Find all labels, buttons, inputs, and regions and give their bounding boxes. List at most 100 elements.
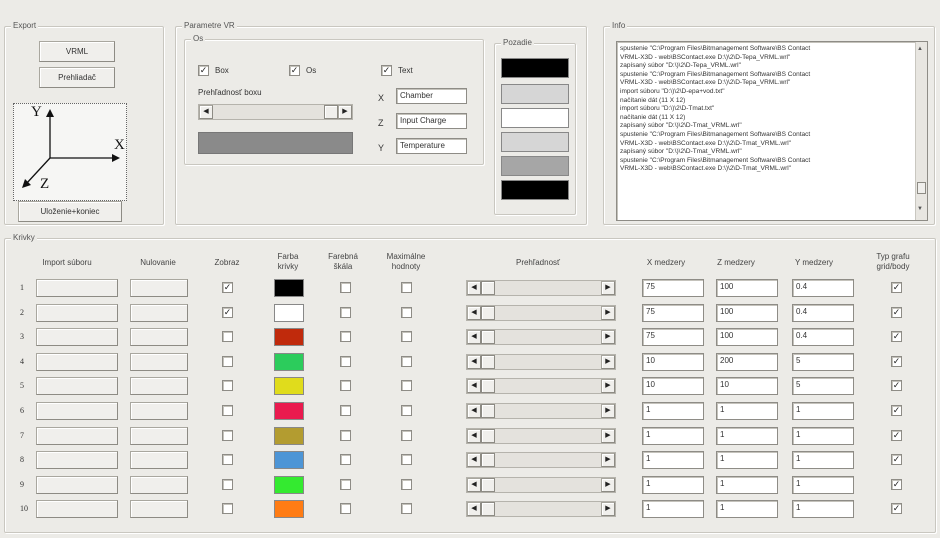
slider-thumb[interactable] [481,281,495,295]
max-values-checkbox[interactable] [401,307,412,318]
y-gap-input[interactable]: 1 [792,451,854,469]
colorscale-checkbox[interactable] [340,307,351,318]
reset-button[interactable] [130,402,188,420]
show-checkbox[interactable] [222,430,233,441]
max-values-checkbox[interactable] [401,503,412,514]
curve-color-swatch[interactable] [274,500,304,518]
slider-left-arrow-icon[interactable]: ◀ [467,478,481,492]
scroll-thumb[interactable] [917,182,926,194]
info-log[interactable]: spustenie "C:\Program Files\Bitmanagemen… [616,41,928,221]
graph-type-checkbox[interactable]: ✓ [891,331,902,342]
x-gap-input[interactable]: 1 [642,451,704,469]
slider-right-arrow-icon[interactable]: ▶ [601,429,615,443]
scroll-down-icon[interactable]: ▼ [917,206,923,212]
transparency-slider[interactable]: ◀ ▶ [466,428,616,444]
box-transparency-slider[interactable]: ◀ ▶ [198,104,353,120]
x-gap-input[interactable]: 1 [642,402,704,420]
colorscale-checkbox[interactable] [340,405,351,416]
show-checkbox[interactable] [222,331,233,342]
max-values-checkbox[interactable] [401,430,412,441]
colorscale-checkbox[interactable] [340,503,351,514]
slider-left-arrow-icon[interactable]: ◀ [467,281,481,295]
axes-preview[interactable]: Y X Z [13,103,127,201]
x-name-input[interactable]: Chamber [396,88,467,104]
reset-button[interactable] [130,451,188,469]
slider-left-arrow-icon[interactable]: ◀ [467,330,481,344]
z-gap-input[interactable]: 1 [716,476,778,494]
slider-right-arrow-icon[interactable]: ▶ [601,453,615,467]
z-gap-input[interactable]: 10 [716,377,778,395]
curve-color-swatch[interactable] [274,377,304,395]
y-gap-input[interactable]: 1 [792,427,854,445]
graph-type-checkbox[interactable]: ✓ [891,307,902,318]
slider-thumb[interactable] [481,404,495,418]
z-gap-input[interactable]: 1 [716,427,778,445]
curve-color-swatch[interactable] [274,328,304,346]
x-gap-input[interactable]: 1 [642,476,704,494]
max-values-checkbox[interactable] [401,479,412,490]
x-gap-input[interactable]: 75 [642,304,704,322]
scroll-up-icon[interactable]: ▲ [917,46,923,52]
reset-button[interactable] [130,476,188,494]
x-gap-input[interactable]: 75 [642,328,704,346]
max-values-checkbox[interactable] [401,380,412,391]
z-gap-input[interactable]: 1 [716,451,778,469]
y-gap-input[interactable]: 1 [792,402,854,420]
bg-color-swatch-3[interactable] [501,108,569,128]
show-checkbox[interactable] [222,405,233,416]
browser-button[interactable]: Prehliadač [39,67,115,88]
colorscale-checkbox[interactable] [340,356,351,367]
bg-color-swatch-4[interactable] [501,132,569,152]
z-gap-input[interactable]: 100 [716,304,778,322]
graph-type-checkbox[interactable]: ✓ [891,405,902,416]
slider-right-arrow-icon[interactable]: ▶ [338,105,352,119]
slider-right-arrow-icon[interactable]: ▶ [601,379,615,393]
vrml-button[interactable]: VRML [39,41,115,62]
transparency-slider[interactable]: ◀ ▶ [466,403,616,419]
colorscale-checkbox[interactable] [340,282,351,293]
y-gap-input[interactable]: 5 [792,353,854,371]
slider-thumb[interactable] [481,330,495,344]
axis-checkbox[interactable]: ✓ [289,65,300,76]
bg-color-swatch-2[interactable] [501,84,569,104]
slider-thumb[interactable] [481,306,495,320]
text-checkbox[interactable]: ✓ [381,65,392,76]
colorscale-checkbox[interactable] [340,430,351,441]
z-gap-input[interactable]: 100 [716,279,778,297]
slider-right-arrow-icon[interactable]: ▶ [601,478,615,492]
save-exit-button[interactable]: Uloženie+koniec [18,201,122,222]
import-file-button[interactable] [36,402,118,420]
y-gap-input[interactable]: 0.4 [792,279,854,297]
slider-right-arrow-icon[interactable]: ▶ [601,281,615,295]
slider-thumb[interactable] [481,502,495,516]
slider-right-arrow-icon[interactable]: ▶ [601,306,615,320]
z-gap-input[interactable]: 100 [716,328,778,346]
reset-button[interactable] [130,427,188,445]
bg-color-swatch-5[interactable] [501,156,569,176]
slider-thumb[interactable] [481,379,495,393]
bg-color-swatch-6[interactable] [501,180,569,200]
curve-color-swatch[interactable] [274,476,304,494]
graph-type-checkbox[interactable]: ✓ [891,380,902,391]
slider-thumb[interactable] [324,105,338,119]
x-gap-input[interactable]: 10 [642,377,704,395]
max-values-checkbox[interactable] [401,356,412,367]
slider-thumb[interactable] [481,429,495,443]
graph-type-checkbox[interactable]: ✓ [891,356,902,367]
x-gap-input[interactable]: 1 [642,427,704,445]
slider-thumb[interactable] [481,478,495,492]
show-checkbox[interactable] [222,380,233,391]
transparency-slider[interactable]: ◀ ▶ [466,477,616,493]
max-values-checkbox[interactable] [401,405,412,416]
show-checkbox[interactable] [222,503,233,514]
x-gap-input[interactable]: 75 [642,279,704,297]
slider-right-arrow-icon[interactable]: ▶ [601,502,615,516]
colorscale-checkbox[interactable] [340,479,351,490]
curve-color-swatch[interactable] [274,402,304,420]
import-file-button[interactable] [36,377,118,395]
y-name-input[interactable]: Temperature [396,138,467,154]
curve-color-swatch[interactable] [274,279,304,297]
transparency-slider[interactable]: ◀ ▶ [466,354,616,370]
reset-button[interactable] [130,377,188,395]
show-checkbox[interactable]: ✓ [222,307,233,318]
